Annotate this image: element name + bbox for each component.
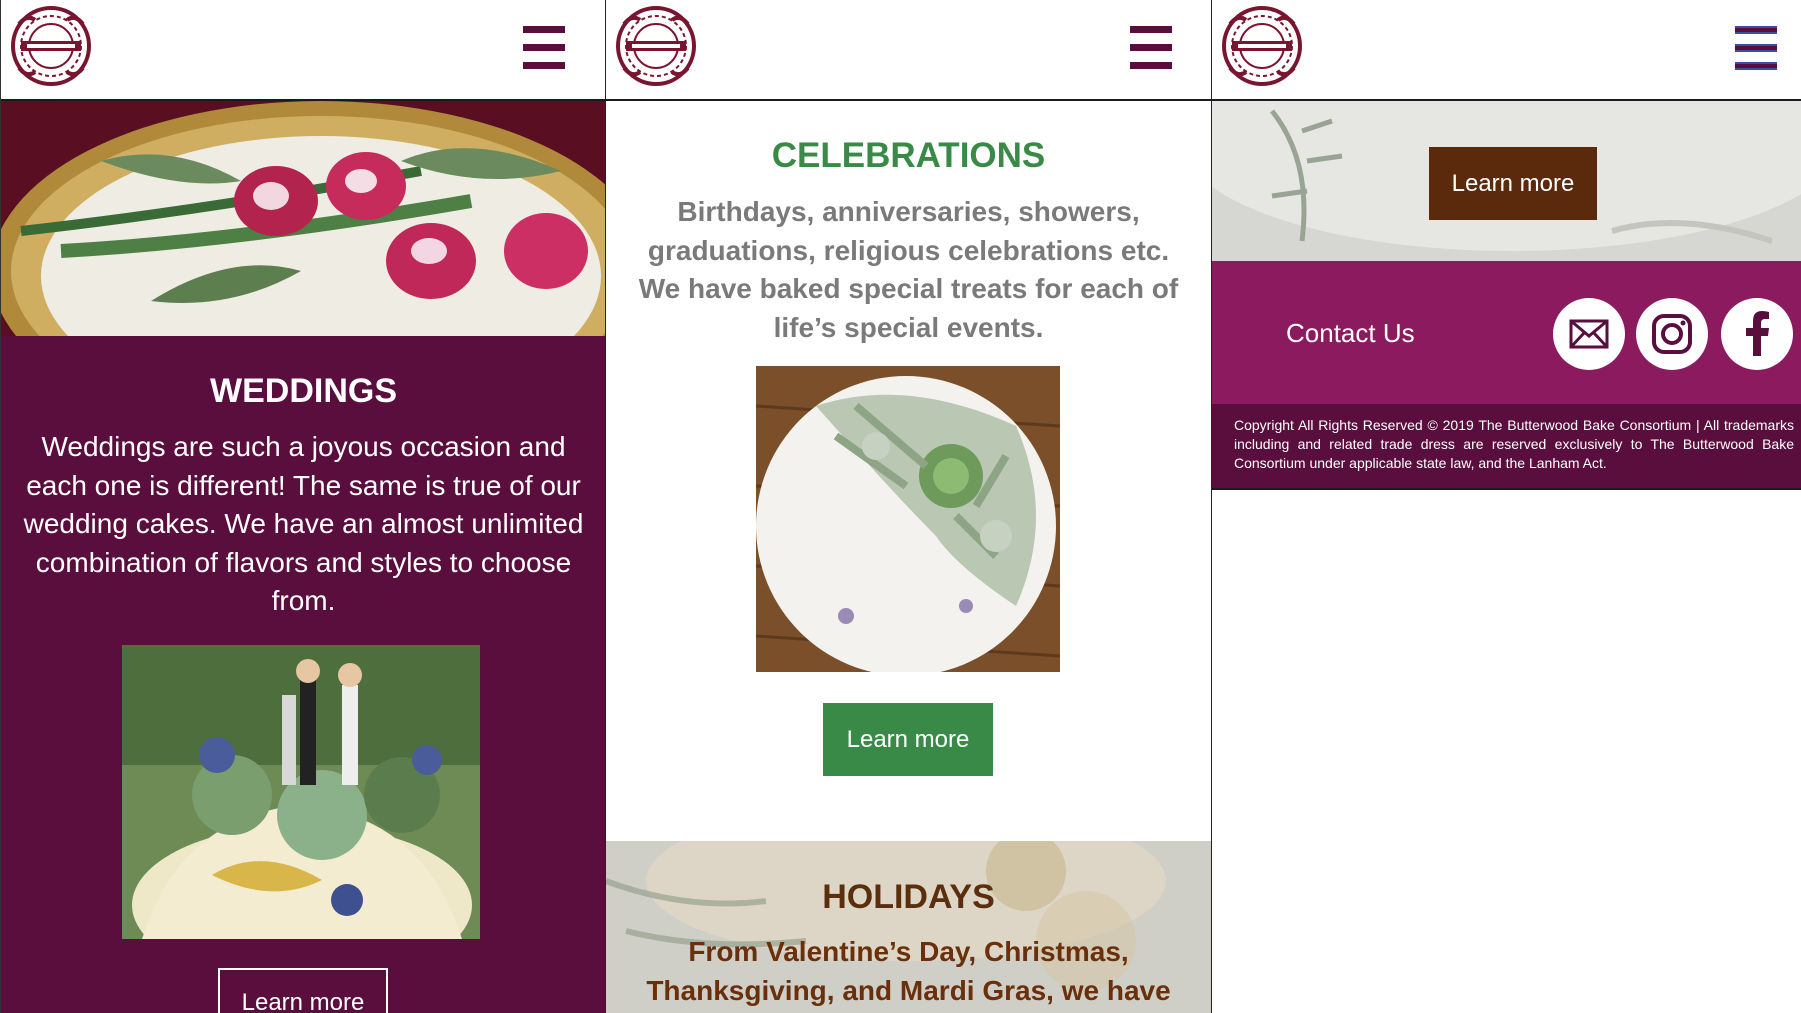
site-header (1212, 0, 1801, 101)
butterwood-bake-logo-icon[interactable] (614, 4, 698, 88)
copyright-text: Copyright All Rights Reserved © 2019 The… (1234, 417, 1794, 471)
holidays-learn-more-button[interactable]: Learn more (1429, 147, 1597, 220)
hamburger-menu-icon[interactable] (1130, 24, 1172, 70)
hamburger-menu-icon[interactable] (1735, 24, 1777, 70)
weddings-title: WEDDINGS (210, 372, 397, 410)
mobile-view-celebrations: CELEBRATIONS Birthdays, anniversaries, s… (605, 0, 1211, 1013)
celebrations-title: CELEBRATIONS (771, 136, 1046, 175)
site-header (606, 0, 1211, 101)
holidays-title: HOLIDAYS (822, 878, 995, 916)
contact-us-link[interactable]: Contact Us (1286, 318, 1415, 349)
butterwood-bake-logo-icon[interactable] (1220, 4, 1304, 88)
celebrations-learn-more-button[interactable]: Learn more (823, 703, 993, 776)
email-icon[interactable] (1553, 298, 1625, 370)
butterwood-bake-logo-icon[interactable] (9, 4, 93, 88)
celebrations-description: Birthdays, anniversaries, showers, gradu… (638, 196, 1179, 343)
facebook-icon[interactable] (1721, 298, 1793, 370)
instagram-icon[interactable] (1636, 298, 1708, 370)
celebration-cake-image (756, 366, 1060, 672)
weddings-description: Weddings are such a joyous occasion and … (23, 431, 584, 616)
wedding-cake-image (122, 645, 480, 939)
holidays-description: From Valentine’s Day, Christmas, Thanksg… (646, 936, 1171, 1006)
site-header (1, 0, 606, 101)
weddings-learn-more-button[interactable]: Learn more (218, 968, 388, 1013)
mobile-view-weddings: WEDDINGS Weddings are such a joyous occa… (0, 0, 606, 1013)
tulip-cake-hero-image (1, 101, 606, 336)
hamburger-menu-icon[interactable] (523, 24, 565, 70)
mobile-view-footer: Learn more Contact Us Copyright All Righ… (1211, 0, 1801, 1013)
